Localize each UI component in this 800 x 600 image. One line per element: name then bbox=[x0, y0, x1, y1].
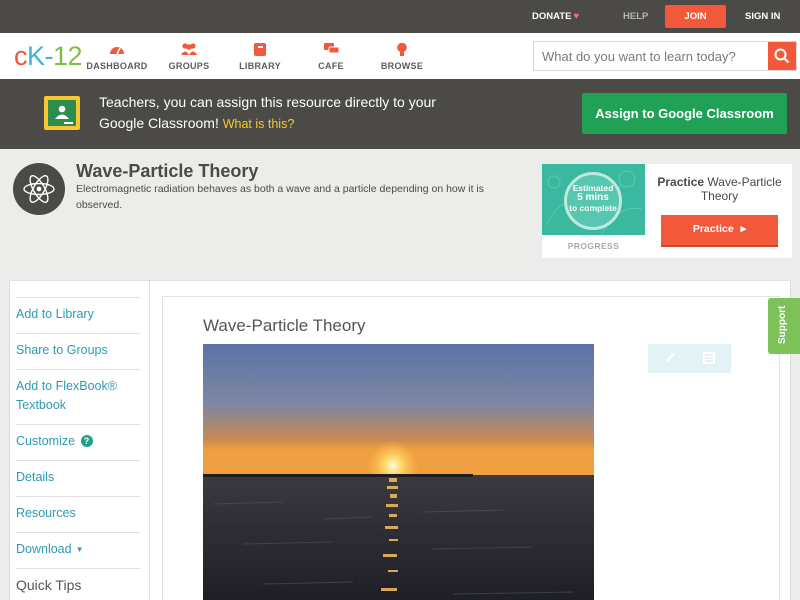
content-title: Wave-Particle Theory bbox=[203, 316, 366, 335]
donate-link[interactable]: DONATE ♥ bbox=[532, 0, 579, 33]
customize-label: Customize bbox=[16, 434, 76, 448]
what-is-this-link[interactable]: What is this? bbox=[223, 117, 295, 131]
download-label: Download bbox=[16, 542, 72, 556]
concept-title: Wave-Particle Theory bbox=[76, 161, 259, 181]
practice-button[interactable]: Practice ▸ bbox=[661, 215, 778, 245]
search-button[interactable] bbox=[768, 42, 796, 70]
sidebar-item-share-to-groups[interactable]: Share to Groups bbox=[16, 341, 140, 360]
dashboard-icon bbox=[82, 42, 152, 58]
nav-cafe-label: CAFE bbox=[318, 61, 344, 71]
logo-dash: - bbox=[44, 41, 54, 71]
nav-groups-label: GROUPS bbox=[168, 61, 210, 71]
estimated-mins: 5 mins bbox=[577, 192, 609, 203]
sidebar-item-customize[interactable]: Customize ? bbox=[16, 432, 140, 451]
sidebar-divider bbox=[16, 297, 140, 298]
nav-dashboard[interactable]: DASHBOARD bbox=[82, 42, 152, 71]
practice-button-label: Practice bbox=[692, 223, 734, 235]
atom-icon bbox=[13, 163, 65, 215]
practice-title-bold: Practice bbox=[657, 175, 705, 189]
caret-down-icon: ▼ bbox=[75, 545, 84, 554]
progress-image: Estimated 5 mins to complete bbox=[542, 164, 645, 235]
support-tab[interactable]: Support bbox=[768, 298, 800, 354]
ck12-logo[interactable]: cK-12 bbox=[14, 41, 83, 71]
search-box bbox=[533, 41, 797, 71]
join-button[interactable]: JOIN bbox=[665, 5, 726, 28]
sunset-image bbox=[203, 344, 594, 600]
notes-icon[interactable] bbox=[701, 350, 717, 366]
signin-link[interactable]: SIGN IN bbox=[745, 0, 780, 33]
sidebar-divider bbox=[16, 369, 140, 370]
chevron-right-icon: ▸ bbox=[740, 223, 747, 235]
library-icon bbox=[225, 42, 295, 58]
sidebar-item-download[interactable]: Download ▼ bbox=[16, 540, 140, 559]
sidebar-divider bbox=[16, 333, 140, 334]
banner-message: Teachers, you can assign this resource d… bbox=[99, 92, 459, 135]
content-area: Wave-Particle Theory bbox=[162, 296, 780, 600]
heart-icon: ♥ bbox=[573, 11, 580, 22]
logo-c: c bbox=[14, 41, 28, 71]
nav-cafe[interactable]: CAFE bbox=[296, 42, 366, 71]
nav-library-label: LIBRARY bbox=[239, 61, 281, 71]
sidebar-divider bbox=[16, 532, 140, 533]
nav-groups[interactable]: GROUPS bbox=[154, 42, 224, 71]
groups-icon bbox=[154, 42, 224, 58]
sidebar-item-details[interactable]: Details bbox=[16, 468, 140, 487]
donate-label: DONATE bbox=[532, 11, 572, 22]
annotation-toolbar bbox=[648, 344, 731, 373]
google-classroom-banner: Teachers, you can assign this resource d… bbox=[0, 79, 800, 149]
sidebar-item-resources[interactable]: Resources bbox=[16, 504, 140, 523]
quick-tips-heading: Quick Tips bbox=[16, 577, 82, 593]
assign-google-classroom-button[interactable]: Assign to Google Classroom bbox=[582, 93, 787, 134]
support-label: Support bbox=[777, 305, 788, 344]
nav-browse-label: BROWSE bbox=[380, 61, 424, 71]
sidebar-item-add-to-library[interactable]: Add to Library bbox=[16, 305, 140, 324]
sidebar-divider bbox=[16, 568, 140, 569]
top-bar: DONATE ♥ HELP JOIN SIGN IN bbox=[0, 0, 800, 33]
help-link[interactable]: HELP bbox=[623, 0, 648, 33]
nav-library[interactable]: LIBRARY bbox=[225, 42, 295, 71]
google-classroom-icon bbox=[44, 96, 80, 130]
logo-12: 12 bbox=[53, 41, 83, 71]
progress-label: PROGRESS bbox=[567, 241, 620, 251]
practice-title-rest: Wave-Particle Theory bbox=[700, 175, 782, 203]
concept-description: Electromagnetic radiation behaves as bot… bbox=[76, 183, 485, 211]
search-icon bbox=[774, 48, 790, 64]
cafe-icon bbox=[296, 42, 366, 58]
sidebar-divider bbox=[16, 424, 140, 425]
nav-dashboard-label: DASHBOARD bbox=[86, 61, 148, 71]
help-icon[interactable]: ? bbox=[80, 435, 93, 447]
sidebar-divider bbox=[16, 460, 140, 461]
main-nav: cK-12 DASHBOARD GROUPS LIBRARY CAFE BROW… bbox=[0, 33, 800, 79]
progress-circle: Estimated 5 mins to complete bbox=[564, 172, 622, 230]
logo-k: K bbox=[27, 41, 45, 71]
to-complete-label: to complete bbox=[569, 203, 617, 213]
sidebar: Add to Library Share to Groups Add to Fl… bbox=[10, 281, 150, 600]
sidebar-divider bbox=[16, 496, 140, 497]
main-panel: Add to Library Share to Groups Add to Fl… bbox=[9, 280, 791, 600]
pencil-icon[interactable] bbox=[662, 350, 678, 366]
nav-browse[interactable]: BROWSE bbox=[367, 42, 437, 71]
practice-card: Estimated 5 mins to complete PROGRESS Pr… bbox=[542, 164, 792, 258]
browse-icon bbox=[367, 42, 437, 58]
practice-title: Practice Wave-Particle Theory bbox=[647, 175, 792, 203]
search-input[interactable] bbox=[534, 42, 770, 70]
sidebar-item-add-to-flexbook[interactable]: Add to FlexBook® Textbook bbox=[16, 377, 126, 415]
